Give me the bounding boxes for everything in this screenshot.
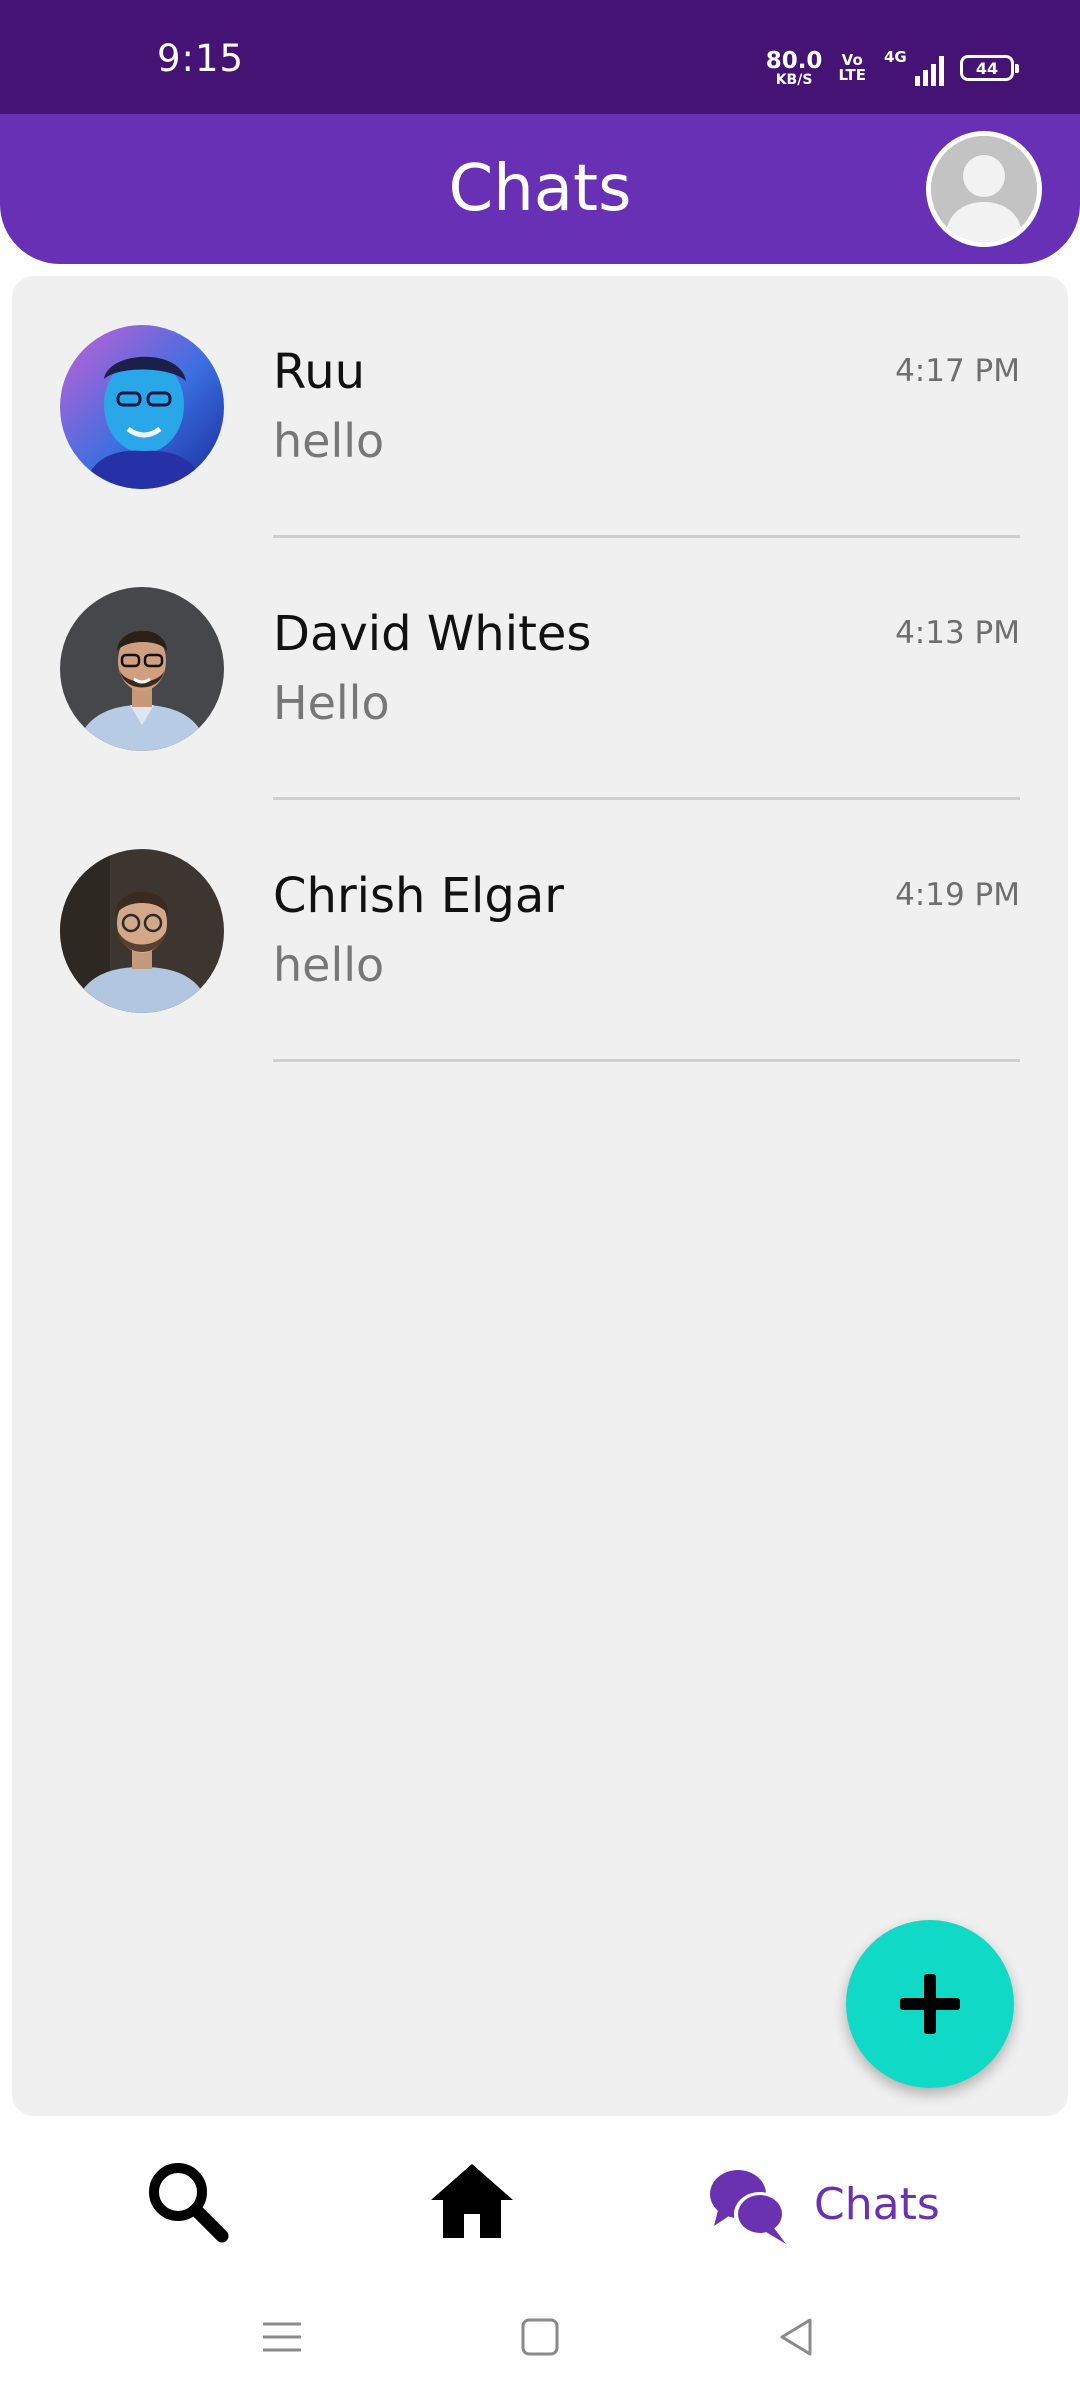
bottom-navigation: Chats <box>0 2116 1080 2286</box>
contact-avatar <box>60 849 224 1013</box>
contact-name: Chrish Elgar <box>273 868 564 924</box>
last-message: hello <box>273 938 385 992</box>
chat-bubbles-icon <box>710 2170 786 2244</box>
network-speed-unit: KB/S <box>775 71 813 88</box>
contact-name: David Whites <box>273 606 592 662</box>
status-indicators: 80.0 KB/S Vo LTE 4G 44 <box>765 47 1019 88</box>
chat-item[interactable]: Ruu hello 4:17 PM <box>12 276 1068 538</box>
contact-name: Ruu <box>273 344 366 400</box>
system-menu-button[interactable] <box>257 2312 307 2362</box>
page-title: Chats <box>448 152 632 226</box>
signal-bars <box>915 56 944 86</box>
network-speed-value: 80.0 <box>765 47 823 74</box>
menu-icon <box>263 2322 301 2352</box>
avatar-photo-icon <box>60 849 224 1013</box>
nav-search-button[interactable] <box>140 2154 236 2250</box>
divider <box>273 1059 1020 1062</box>
volte-icon: Vo LTE <box>838 53 866 83</box>
chat-item[interactable]: Chrish Elgar hello 4:19 PM <box>12 800 1068 1062</box>
profile-avatar-button[interactable] <box>926 131 1042 247</box>
user-placeholder-icon <box>931 136 1037 242</box>
back-triangle-icon <box>780 2318 812 2356</box>
home-icon <box>431 2164 513 2238</box>
battery-icon: 44 <box>960 55 1019 81</box>
avatar-photo-icon <box>60 587 224 751</box>
system-home-button[interactable] <box>515 2312 565 2362</box>
message-time: 4:17 PM <box>895 353 1020 389</box>
signal-icon: 4G <box>882 48 944 88</box>
last-message: Hello <box>273 676 390 730</box>
contact-avatar <box>60 325 224 489</box>
contact-avatar <box>60 587 224 751</box>
square-icon <box>521 2318 559 2356</box>
nav-chats-label: Chats <box>814 2178 940 2230</box>
nav-chats-button[interactable]: Chats <box>706 2156 940 2252</box>
network-speed: 80.0 KB/S <box>765 47 823 88</box>
new-chat-button[interactable] <box>846 1920 1014 2088</box>
last-message: hello <box>273 414 385 468</box>
message-time: 4:13 PM <box>895 615 1020 651</box>
system-back-button[interactable] <box>772 2312 822 2362</box>
nav-home-button[interactable] <box>425 2154 519 2248</box>
app-header: Chats <box>0 114 1080 264</box>
status-time: 9:15 <box>157 37 245 80</box>
plus-icon <box>900 1974 960 2034</box>
profile-avatar <box>931 136 1037 242</box>
system-navigation-bar <box>0 2286 1080 2400</box>
battery-level: 44 <box>975 58 999 78</box>
search-icon <box>149 2163 229 2243</box>
chat-item[interactable]: David Whites Hello 4:13 PM <box>12 538 1068 800</box>
status-bar: 9:15 80.0 KB/S Vo LTE 4G 44 <box>0 0 1080 114</box>
chat-list: Ruu hello 4:17 PM David Whites Hello 4:1… <box>12 276 1068 2116</box>
volte-bottom: LTE <box>838 66 866 84</box>
message-time: 4:19 PM <box>895 877 1020 913</box>
network-type: 4G <box>884 48 907 66</box>
avatar-photo-icon <box>60 325 224 489</box>
